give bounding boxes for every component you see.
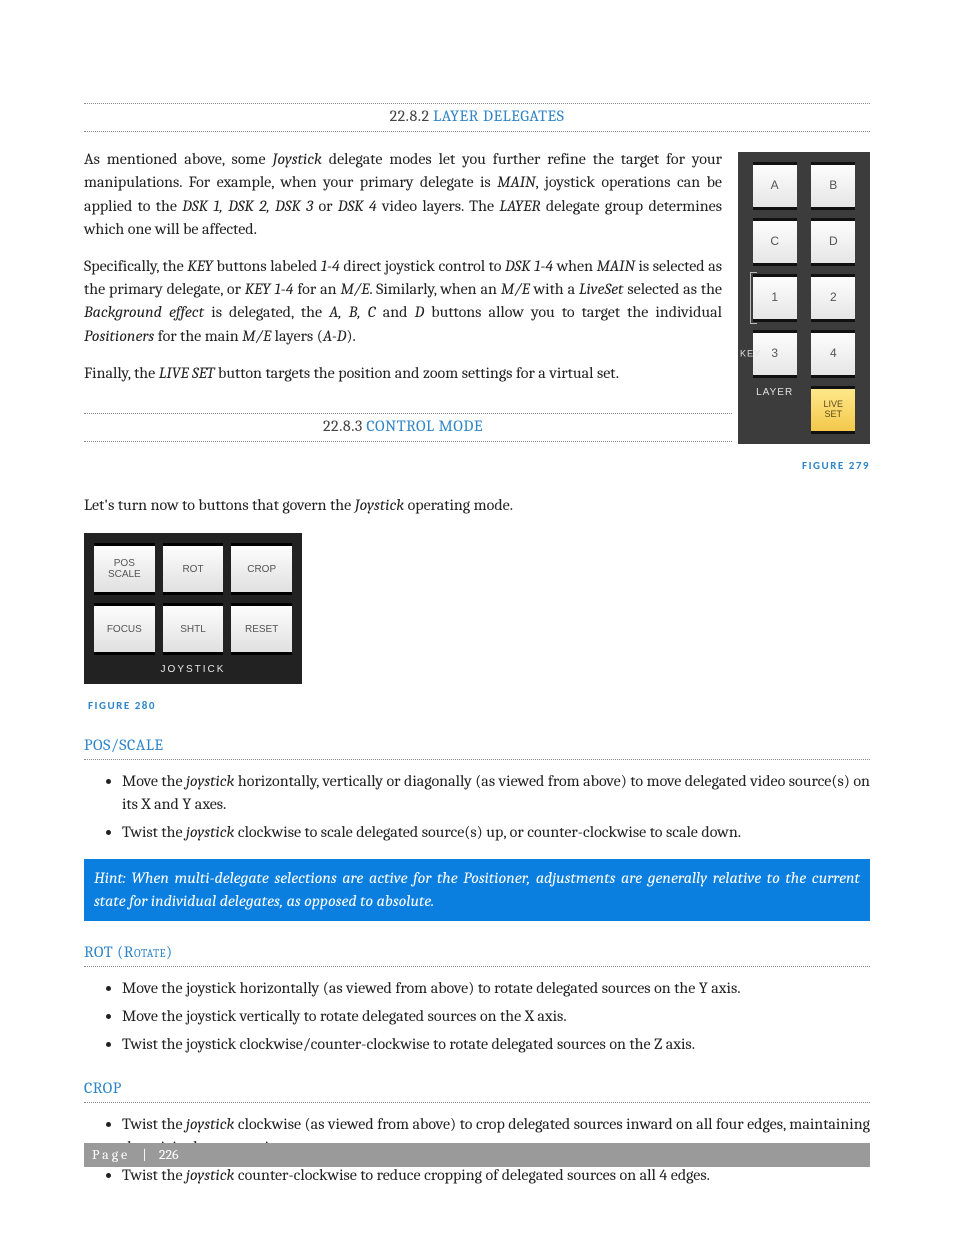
joystick-label: JOYSTICK: [94, 663, 292, 678]
joy-btn-focus[interactable]: FOCUS: [94, 603, 155, 655]
footer-page-number: 226: [159, 1146, 179, 1163]
list-rot: Move the joystick horizontally (as viewe…: [84, 977, 870, 1057]
sub-heading-rot: ROT (Rotate): [84, 941, 870, 967]
footer-sep: |: [142, 1146, 146, 1163]
section-heading-layer-delegates: 22.8.2 LAYER DELEGATES: [84, 103, 870, 132]
section-number: 22.8.2: [390, 107, 430, 125]
section-heading-control-mode: 22.8.3 CONTROL MODE: [84, 413, 732, 442]
panel-btn-a[interactable]: A: [753, 162, 797, 210]
figure-280-caption: FIGURE 280: [88, 698, 870, 714]
para-4: Let's turn now to buttons that govern th…: [84, 494, 870, 517]
key-bracket: [750, 272, 757, 324]
panel-btn-c[interactable]: C: [753, 218, 797, 266]
list-item: Move the joystick horizontally (as viewe…: [122, 977, 870, 1000]
layer-label: LAYER: [753, 386, 797, 434]
figure-279: A B C D 1 2 KEY 3 4 LAYER LIVE SET: [738, 152, 870, 474]
panel-btn-4[interactable]: 4: [811, 330, 855, 378]
joy-btn-rot[interactable]: ROT: [163, 543, 224, 595]
list-item: Move the joystick vertically to rotate d…: [122, 1005, 870, 1028]
list-item: Twist the joystick clockwise/counter-clo…: [122, 1033, 870, 1056]
joystick-mode-panel: POS SCALE ROT CROP FOCUS SHTL RESET JOYS…: [84, 533, 302, 684]
panel-btn-live-set[interactable]: LIVE SET: [811, 386, 855, 434]
sub-heading-pos-scale: POS/SCALE: [84, 734, 870, 760]
key-label: KEY: [740, 348, 761, 361]
joy-btn-shtl[interactable]: SHTL: [163, 603, 224, 655]
footer-label: Page: [92, 1146, 130, 1163]
joy-btn-crop[interactable]: CROP: [231, 543, 292, 595]
section-title: CONTROL MODE: [366, 417, 483, 435]
list-item: Move the joystick horizontally, vertical…: [122, 770, 870, 816]
hint-box: Hint: When multi-delegate selections are…: [84, 859, 870, 921]
panel-btn-2[interactable]: 2: [811, 274, 855, 322]
panel-btn-b[interactable]: B: [811, 162, 855, 210]
list-item: Twist the joystick counter-clockwise to …: [122, 1164, 870, 1187]
layer-key-panel: A B C D 1 2 KEY 3 4 LAYER LIVE SET: [738, 152, 870, 444]
joy-btn-pos-scale[interactable]: POS SCALE: [94, 543, 155, 595]
joy-btn-reset[interactable]: RESET: [231, 603, 292, 655]
panel-btn-d[interactable]: D: [811, 218, 855, 266]
panel-btn-1[interactable]: 1: [753, 274, 797, 322]
figure-279-caption: FIGURE 279: [738, 458, 870, 474]
page-footer: Page | 226: [84, 1143, 870, 1167]
section-number: 22.8.3: [323, 417, 363, 435]
section-title: LAYER DELEGATES: [433, 107, 564, 125]
list-pos-scale: Move the joystick horizontally, vertical…: [84, 770, 870, 845]
list-item: Twist the joystick clockwise to scale de…: [122, 821, 870, 844]
sub-heading-crop: CROP: [84, 1077, 870, 1103]
